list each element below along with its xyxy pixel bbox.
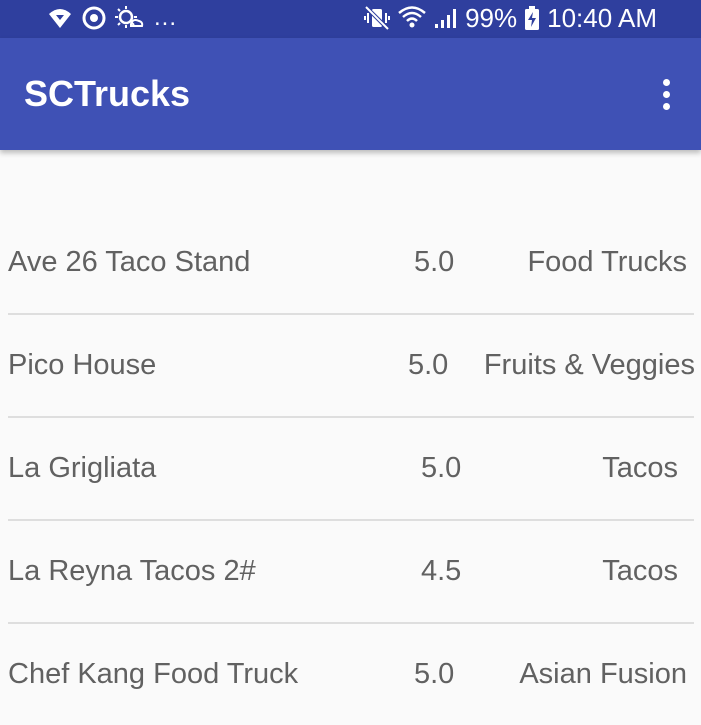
- truck-rating: 5.0: [414, 246, 455, 278]
- status-left-icons: ...: [46, 2, 177, 34]
- truck-name: Ave 26 Taco Stand: [8, 246, 251, 278]
- battery-percent: 99%: [465, 3, 518, 33]
- wifi-call-icon: [46, 4, 74, 32]
- signal-icon: [433, 4, 459, 32]
- more-notifications-indicator: ...: [154, 4, 178, 31]
- battery-charging-icon: [523, 4, 541, 32]
- wifi-icon: [397, 4, 427, 32]
- app-bar: SCTrucks: [0, 38, 701, 150]
- truck-category: Food Trucks: [527, 246, 687, 278]
- list-item[interactable]: Ave 26 Taco Stand 5.0 Food Trucks: [0, 212, 701, 313]
- menu-dot: [662, 90, 670, 98]
- menu-dot: [662, 102, 670, 110]
- truck-rating: 5.0: [421, 452, 462, 484]
- list-item[interactable]: La Grigliata 5.0 Tacos: [8, 416, 694, 519]
- truck-rating: 5.0: [408, 349, 449, 381]
- truck-name: La Grigliata: [8, 452, 157, 484]
- list-item[interactable]: La Reyna Tacos 2# 4.5 Tacos: [8, 519, 694, 622]
- menu-dot: [662, 78, 670, 86]
- more-vert-icon[interactable]: [651, 72, 681, 116]
- list-item[interactable]: Chef Kang Food Truck 5.0 Asian Fusion: [8, 622, 694, 725]
- truck-list: Ave 26 Taco Stand 5.0 Food Trucks Pico H…: [0, 212, 701, 725]
- data-saver-icon: [80, 4, 108, 32]
- truck-category: Tacos: [602, 452, 678, 484]
- list-item[interactable]: Pico House 5.0 Fruits & Veggies: [8, 313, 695, 416]
- truck-category: Fruits & Veggies: [483, 349, 695, 381]
- app-title: SCTrucks: [24, 73, 191, 114]
- truck-name: Pico House: [8, 349, 157, 381]
- truck-name: Chef Kang Food Truck: [8, 658, 299, 690]
- truck-rating: 5.0: [414, 658, 455, 690]
- status-right-icons: 99% 10:40 AM: [363, 2, 657, 34]
- status-clock: 10:40 AM: [547, 3, 657, 33]
- status-bar: ... 99% 10:40 AM: [0, 0, 701, 38]
- truck-category: Asian Fusion: [519, 658, 687, 690]
- truck-rating: 4.5: [421, 555, 462, 587]
- truck-category: Tacos: [602, 555, 678, 587]
- mute-vibrate-icon: [363, 4, 391, 32]
- weather-icon: [114, 4, 144, 32]
- truck-name: La Reyna Tacos 2#: [8, 555, 256, 587]
